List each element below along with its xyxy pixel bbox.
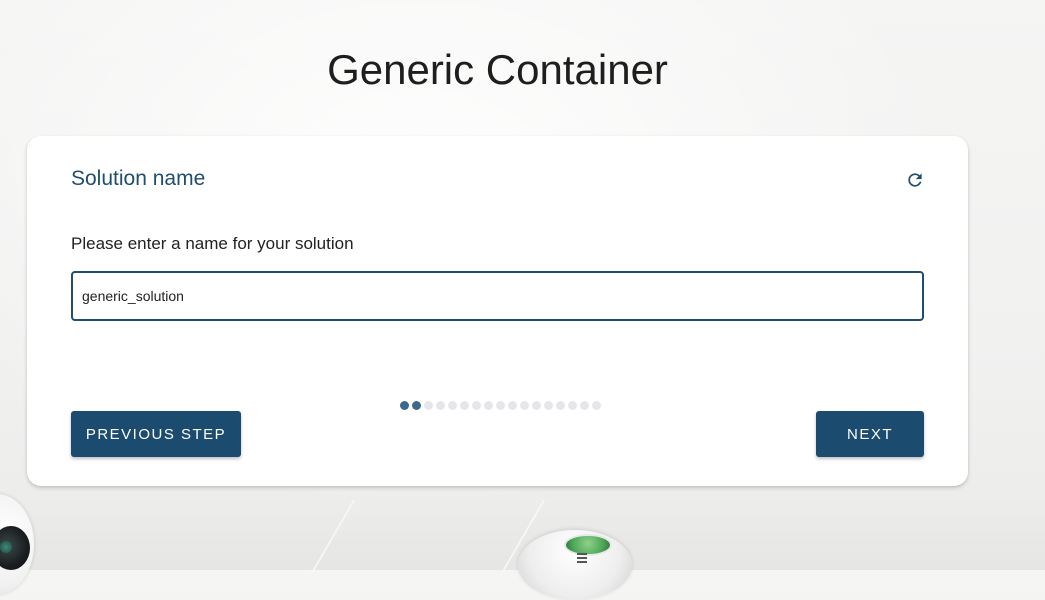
next-button[interactable]: NEXT <box>816 411 924 457</box>
refresh-button[interactable] <box>903 168 927 192</box>
step-dot-9 <box>496 401 505 410</box>
previous-step-button[interactable]: PREVIOUS STEP <box>71 411 241 457</box>
step-dot-7 <box>472 401 481 410</box>
step-dot-6 <box>460 401 469 410</box>
solution-name-prompt: Please enter a name for your solution <box>71 234 354 253</box>
device-center-light <box>564 534 612 556</box>
step-dot-5 <box>448 401 457 410</box>
step-dot-16 <box>580 401 589 410</box>
step-progress-dots <box>400 401 601 411</box>
step-dot-17 <box>592 401 601 410</box>
step-dot-15 <box>568 401 577 410</box>
step-dot-10 <box>508 401 517 410</box>
device-left-indicator <box>0 541 12 553</box>
step-dot-3 <box>424 401 433 410</box>
step-dot-2 <box>412 401 421 410</box>
page-title: Generic Container <box>327 46 668 93</box>
wizard-card: Solution name Please enter a name for yo… <box>27 136 968 486</box>
step-dot-8 <box>484 401 493 410</box>
refresh-icon <box>908 173 922 187</box>
step-dot-13 <box>544 401 553 410</box>
step-dot-14 <box>556 401 565 410</box>
device-center-logo <box>577 553 587 563</box>
solution-name-input[interactable] <box>71 271 924 321</box>
step-dot-11 <box>520 401 529 410</box>
step-dot-1 <box>400 401 409 410</box>
step-dot-4 <box>436 401 445 410</box>
step-title: Solution name <box>71 167 206 190</box>
step-dot-12 <box>532 401 541 410</box>
